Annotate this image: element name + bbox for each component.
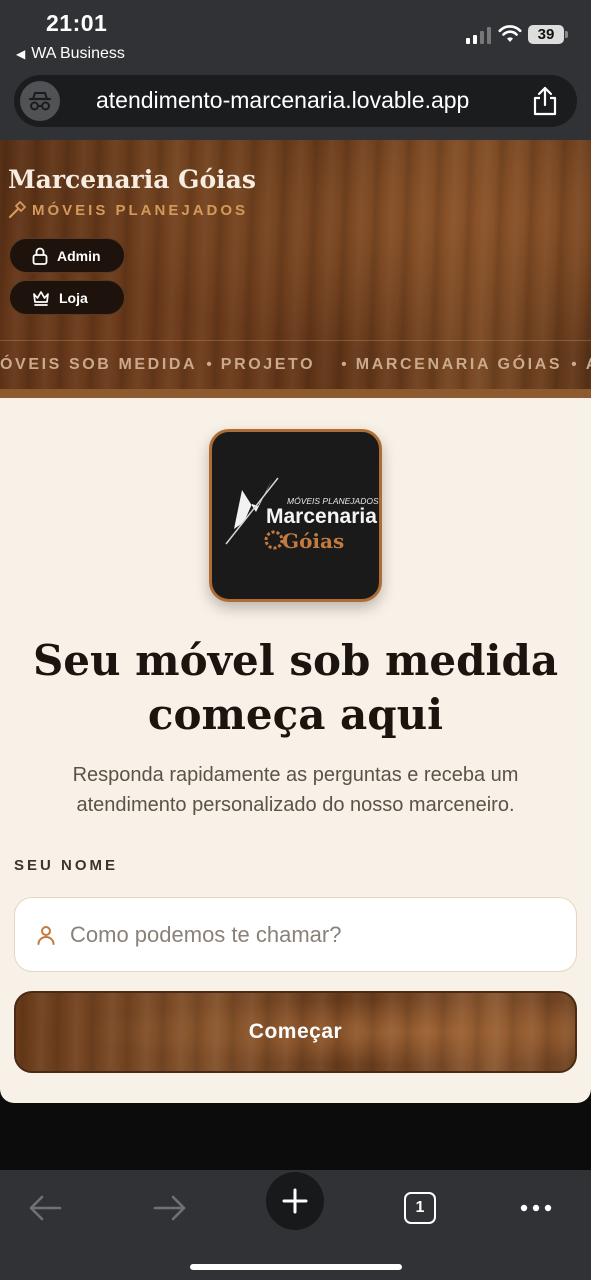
brand-tagline: MÓVEIS PLANEJADOS — [8, 201, 248, 219]
ticker-separator: • — [341, 356, 347, 373]
forward-button[interactable] — [140, 1178, 200, 1238]
tagline-text: MÓVEIS PLANEJADOS — [32, 201, 249, 219]
headline-line-2: começa aqui — [147, 690, 444, 739]
logo-main-text: Marcenaria — [266, 505, 377, 528]
tabs-button[interactable]: 1 — [390, 1178, 450, 1238]
ticker-separator: • — [206, 356, 212, 373]
page-subtitle: Responda rapidamente as perguntas e rece… — [72, 764, 519, 816]
address-bar[interactable]: atendimento-marcenaria.lovable.app — [14, 75, 577, 127]
new-tab-button[interactable] — [266, 1172, 324, 1230]
hammer-icon — [8, 201, 26, 219]
name-input[interactable] — [70, 898, 560, 971]
ticker-item: MARCENARIA GÓIAS — [355, 356, 563, 373]
page-title: Seu móvel sob medida começa aqui — [0, 634, 591, 742]
admin-button[interactable]: Admin — [9, 238, 125, 273]
wifi-icon — [498, 25, 522, 42]
share-icon[interactable] — [531, 86, 559, 116]
page-bottom-area — [0, 1103, 591, 1170]
browser-address-area: atendimento-marcenaria.lovable.app — [0, 72, 591, 140]
plus-icon — [282, 1188, 308, 1214]
ticker-item: ÓVEIS SOB MEDIDA — [0, 356, 198, 373]
url-text[interactable]: atendimento-marcenaria.lovable.app — [96, 87, 469, 114]
back-app-label: WA Business — [31, 45, 125, 62]
user-icon — [37, 926, 55, 945]
back-to-app-link[interactable]: ◀ WA Business — [16, 45, 125, 63]
brand-name: Marcenaria Góias — [8, 165, 256, 194]
more-options-button[interactable] — [506, 1178, 566, 1238]
battery-icon: 39 — [528, 25, 568, 44]
more-dots-icon — [520, 1204, 552, 1212]
marquee-ticker: ÓVEIS SOB MEDIDA • PROJETO • MARCENARIA … — [0, 348, 591, 382]
ticker-item: AC — [586, 356, 591, 374]
name-field[interactable] — [14, 897, 577, 972]
ticker-separator: • — [571, 356, 577, 373]
arrow-right-icon — [153, 1195, 186, 1221]
store-button[interactable]: Loja — [9, 280, 125, 315]
tab-count-icon: 1 — [404, 1192, 436, 1224]
ticker-item: PROJETO — [220, 356, 316, 373]
hero-bottom-border — [0, 389, 591, 398]
logo-mark: MÓVEIS PLANEJADOS Marcenaria Góias — [225, 477, 379, 553]
crown-icon — [33, 290, 49, 306]
logo-sub-text: Góias — [282, 529, 344, 553]
incognito-icon[interactable] — [20, 81, 60, 121]
status-time: 21:01 — [46, 10, 108, 36]
company-logo: MÓVEIS PLANEJADOS Marcenaria Góias — [209, 429, 382, 602]
arrow-left-icon — [29, 1195, 62, 1221]
home-indicator — [190, 1264, 402, 1270]
lock-icon — [32, 247, 48, 265]
ticker-divider — [0, 340, 591, 341]
headline-line-1: Seu móvel sob medida — [32, 636, 559, 685]
store-button-label: Loja — [59, 289, 88, 306]
name-field-label: SEU NOME — [14, 857, 119, 874]
status-bar: 21:01 ◀ WA Business 39 — [0, 0, 591, 72]
hero-header: Marcenaria Góias MÓVEIS PLANEJADOS Admin… — [0, 140, 591, 398]
start-button[interactable]: Começar — [14, 991, 577, 1073]
back-button[interactable] — [15, 1178, 75, 1238]
back-triangle-icon: ◀ — [16, 47, 26, 61]
main-card: MÓVEIS PLANEJADOS Marcenaria Góias Seu m… — [0, 398, 591, 1103]
browser-toolbar: 1 — [0, 1170, 591, 1280]
cellular-signal-icon — [466, 26, 491, 44]
admin-button-label: Admin — [57, 247, 101, 264]
